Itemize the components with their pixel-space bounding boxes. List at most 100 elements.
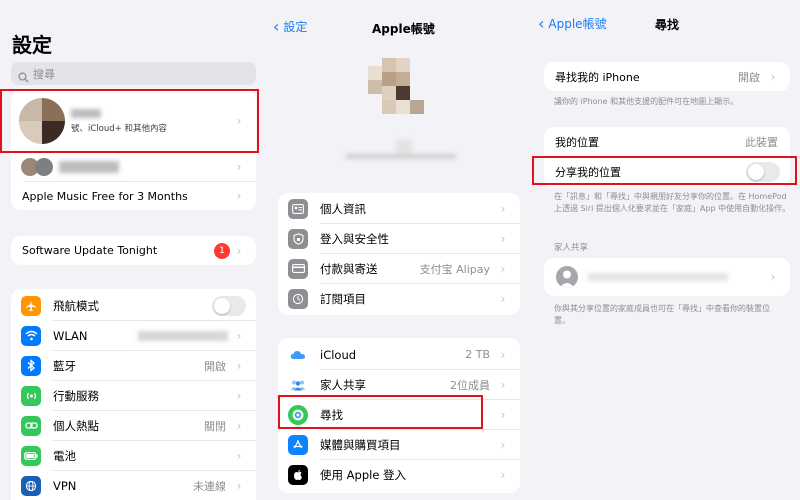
settings-item-value: 未連線 — [193, 479, 226, 493]
find-iphone-label: 尋找我的 iPhone — [555, 70, 640, 84]
settings-row-wlan[interactable]: WLAN › — [11, 321, 256, 350]
service-row-find-my[interactable]: 尋找 › — [278, 400, 520, 429]
find-my-iphone-row[interactable]: 尋找我的 iPhone 開啟 › — [544, 62, 790, 91]
service-item-label: 尋找 — [320, 407, 343, 422]
services-group: iCloud 2 TB › 家人共享 2位成員 › 尋找 › 媒體與購買項目 ›… — [278, 338, 520, 493]
service-item-label: 媒體與購買項目 — [320, 437, 401, 452]
find-iphone-group: 尋找我的 iPhone 開啟 › — [544, 62, 790, 91]
family-section-header: 家人共享 — [554, 243, 589, 253]
chevron-left-icon: ‹ — [538, 13, 545, 33]
account-item-value: 支付宝 Alipay — [419, 262, 490, 276]
service-item-label: iCloud — [320, 347, 357, 362]
chevron-right-icon: › — [236, 358, 242, 373]
subscription-icon — [288, 289, 308, 309]
settings-row-vpn[interactable]: VPN 未連線 › — [11, 471, 256, 500]
icloud-icon — [288, 344, 308, 365]
back-button[interactable]: ‹ Apple帳號 — [538, 15, 607, 32]
family-avatars — [21, 158, 131, 176]
chevron-right-icon: › — [500, 377, 506, 392]
page-title: 設定 — [12, 33, 52, 57]
chevron-right-icon: › — [236, 114, 242, 128]
share-location-label: 分享我的位置 — [555, 166, 621, 179]
contact-card-icon — [288, 198, 308, 219]
settings-panel: 設定 搜尋 號、iCloud+ 和其他內容 › › Apple Music Fr… — [0, 0, 266, 500]
shield-icon — [288, 228, 308, 249]
chevron-right-icon: › — [500, 407, 506, 422]
avatar — [19, 98, 65, 144]
settings-item-label: 電池 — [53, 448, 76, 463]
software-update-label: Software Update Tonight — [22, 244, 158, 257]
connectivity-group: 飛航模式 WLAN › 藍牙 開啟 › 行動服務 › 個人熱點 關閉 › 電池 … — [11, 289, 256, 500]
software-update-row[interactable]: Software Update Tonight 1 › — [11, 236, 256, 265]
back-label: Apple帳號 — [548, 17, 607, 31]
find-iphone-value: 開啟 — [738, 70, 760, 84]
back-label: 設定 — [283, 20, 308, 34]
settings-item-label: 藍牙 — [53, 358, 76, 373]
promo-label: Apple Music Free for 3 Months — [22, 189, 188, 203]
settings-row-airplane[interactable]: 飛航模式 — [11, 291, 256, 320]
service-item-label: 家人共享 — [320, 377, 366, 392]
chevron-right-icon: › — [500, 468, 506, 482]
find-my-panel: ‹ Apple帳號 尋找 尋找我的 iPhone 開啟 › 讓你的 iPhone… — [532, 0, 800, 500]
settings-row-hotspot[interactable]: 個人熱點 關閉 › — [11, 411, 256, 440]
my-location-label: 我的位置 — [555, 135, 599, 149]
chevron-right-icon: › — [500, 201, 506, 216]
find-my-icon — [288, 404, 308, 425]
account-row-personal-info[interactable]: 個人資訊 › — [278, 194, 520, 223]
chevron-right-icon: › — [500, 292, 506, 306]
settings-item-label: VPN — [53, 478, 77, 493]
find-iphone-caption: 讓你的 iPhone 和其他支援的配件可在地圖上顯示。 — [554, 97, 739, 106]
my-location-value: 此裝置 — [745, 135, 778, 149]
service-row-family[interactable]: 家人共享 2位成員 › — [278, 370, 520, 399]
chevron-right-icon: › — [500, 347, 506, 362]
settings-row-bluetooth[interactable]: 藍牙 開啟 › — [11, 351, 256, 380]
account-item-label: 訂閱項目 — [320, 292, 366, 306]
service-row-media[interactable]: 媒體與購買項目 › — [278, 430, 520, 459]
account-settings-group: 個人資訊 › 登入與安全性 › 付款與寄送 支付宝 Alipay › 訂閱項目 — [278, 193, 520, 315]
chevron-right-icon: › — [500, 231, 506, 246]
family-group: › — [544, 258, 790, 296]
service-item-value: 2 TB — [465, 348, 490, 361]
search-icon — [18, 68, 29, 83]
nav-title: Apple帳號 — [372, 22, 435, 36]
hotspot-icon — [21, 415, 41, 436]
chevron-right-icon: › — [236, 448, 242, 463]
account-row[interactable]: 號、iCloud+ 和其他內容 › — [11, 90, 256, 152]
nav-title: 尋找 — [655, 18, 680, 32]
settings-item-label: 行動服務 — [53, 388, 99, 403]
airplane-toggle[interactable] — [212, 295, 246, 316]
location-group: 我的位置 此裝置 分享我的位置 — [544, 127, 790, 187]
apple-account-panel: ‹ 設定 Apple帳號 個人資訊 › 登入與安全性 › 付款與寄送 支付宝 A… — [266, 0, 532, 500]
account-subtitle: 號、iCloud+ 和其他內容 — [71, 123, 167, 134]
account-row-security[interactable]: 登入與安全性 › — [278, 224, 520, 253]
wifi-network-redacted — [138, 330, 228, 341]
battery-icon — [21, 445, 41, 466]
share-location-toggle[interactable] — [746, 162, 780, 182]
update-group: Software Update Tonight 1 › — [11, 236, 256, 265]
my-location-row[interactable]: 我的位置 此裝置 — [544, 127, 790, 156]
settings-item-label: 個人熱點 — [53, 418, 99, 433]
settings-item-value: 關閉 — [204, 419, 226, 433]
share-location-caption: 在「訊息」和「尋找」中與親朋好友分享你的位置。在 HomePod 上透過 Sir… — [554, 192, 791, 213]
family-icon — [288, 374, 308, 395]
search-placeholder: 搜尋 — [33, 67, 55, 81]
apple-music-promo-row[interactable]: Apple Music Free for 3 Months › — [11, 182, 256, 210]
apple-icon — [288, 465, 308, 485]
chevron-right-icon: › — [236, 388, 242, 403]
account-row-subscriptions[interactable]: 訂閱項目 › — [278, 284, 520, 314]
app-store-icon — [288, 434, 308, 455]
back-button[interactable]: ‹ 設定 — [273, 18, 307, 35]
family-member-row[interactable]: › — [544, 258, 790, 296]
settings-row-cellular[interactable]: 行動服務 › — [11, 381, 256, 410]
family-member-redacted — [588, 273, 728, 281]
search-field[interactable]: 搜尋 — [11, 62, 256, 85]
settings-row-battery[interactable]: 電池 › — [11, 441, 256, 470]
airplane-icon — [21, 295, 41, 316]
service-row-sign-in-apple[interactable]: 使用 Apple 登入 › — [278, 460, 520, 490]
family-preview-row[interactable]: › — [11, 153, 256, 181]
account-row-payment[interactable]: 付款與寄送 支付宝 Alipay › — [278, 254, 520, 283]
credit-card-icon — [288, 258, 308, 279]
service-row-icloud[interactable]: iCloud 2 TB › — [278, 340, 520, 369]
settings-item-label: 飛航模式 — [53, 298, 99, 313]
chevron-right-icon: › — [236, 418, 242, 433]
